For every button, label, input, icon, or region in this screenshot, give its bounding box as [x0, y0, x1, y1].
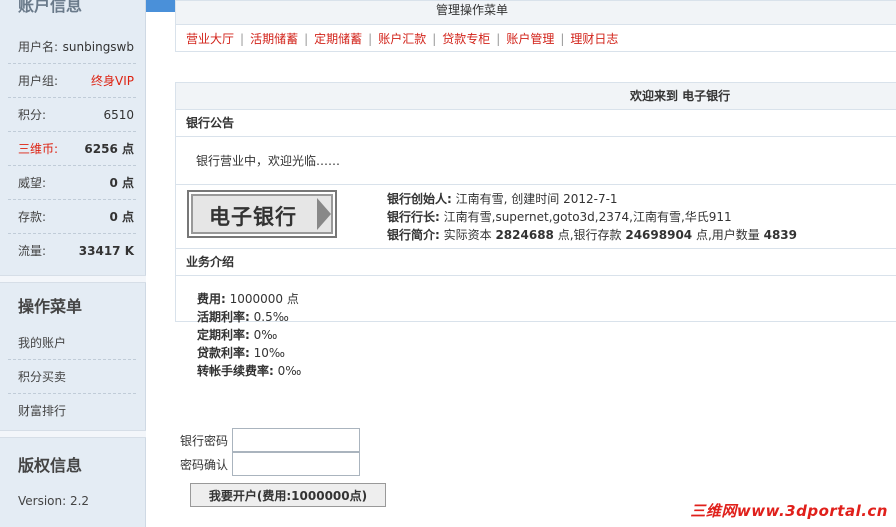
sidebar: 账户信息 用户名: sunbingswb 用户组: 终身VIP 积分: 6510…	[0, 0, 146, 527]
username-label: 用户名:	[18, 40, 59, 54]
confirm-password-input[interactable]	[232, 452, 360, 476]
prestige-value: 0 点	[109, 176, 134, 190]
sidebar-item-label[interactable]: 我的账户	[18, 326, 66, 360]
nav-link-hall[interactable]: 营业大厅	[186, 32, 234, 46]
bank-info-block: 电子银行 银行创始人: 江南有雪, 创建时间 2012-7-1 银行行长: 江南…	[176, 185, 896, 249]
fixed-rate-value: 0‰	[249, 328, 278, 342]
sidebar-row-usergroup: 用户组: 终身VIP	[8, 65, 136, 98]
nav-separator: |	[496, 32, 501, 46]
sidebar-item-label[interactable]: 财富排行	[18, 394, 66, 428]
traffic-value: 33417 K	[78, 244, 134, 258]
operation-menu-links: 营业大厅 | 活期储蓄 | 定期储蓄 | 账户汇款 | 贷款专柜 | 账户管理 | 理财日志	[176, 25, 896, 53]
coins-value: 6256 点	[84, 142, 134, 156]
intro-line: 银行简介: 实际资本 2824688 点,银行存款 24698904 点,用户数…	[387, 226, 797, 243]
nav-separator: |	[560, 32, 565, 46]
transfer-fee-value: 0‰	[273, 364, 302, 378]
bank-logo-text: 电子银行	[209, 204, 297, 229]
loan-rate-value: 10‰	[249, 346, 285, 360]
president-label: 银行行长:	[387, 210, 440, 224]
business-title: 业务介绍	[176, 249, 896, 276]
operation-menu-panel: 管理操作菜单 营业大厅 | 活期储蓄 | 定期储蓄 | 账户汇款 | 贷款专柜 | 账户管理 | 理财日…	[175, 0, 896, 52]
bank-password-label: 银行密码	[180, 434, 229, 448]
nav-separator: |	[432, 32, 437, 46]
nav-separator: |	[240, 32, 245, 46]
business-details: 费用: 1000000 点 活期利率: 0.5‰ 定期利率: 0‰ 贷款利率: …	[176, 276, 896, 380]
business-fee: 费用: 1000000 点	[197, 290, 896, 308]
intro-capital-prefix: 实际资本	[439, 228, 496, 242]
nav-link-finance-log[interactable]: 理财日志	[570, 32, 618, 46]
open-account-button[interactable]: 我要开户(费用:1000000点)	[190, 483, 386, 507]
sidebar-item-label[interactable]: 积分买卖	[18, 360, 66, 394]
intro-capital-value: 2824688	[495, 228, 554, 242]
points-label: 积分:	[18, 108, 47, 122]
deposit-value: 0 点	[109, 210, 134, 224]
nav-link-current-savings[interactable]: 活期储蓄	[250, 32, 298, 46]
intro-users-value: 4839	[763, 228, 798, 242]
confirm-password-label: 密码确认	[180, 458, 229, 472]
intro-users-prefix: 点,用户数量	[692, 228, 764, 242]
points-value: 6510	[103, 108, 134, 122]
sidebar-item-my-account[interactable]: 我的账户	[8, 326, 136, 360]
usergroup-label: 用户组:	[18, 74, 59, 88]
notice-text: 银行营业中，欢迎光临……	[176, 137, 896, 185]
current-rate-value: 0.5‰	[249, 310, 289, 324]
sidebar-row-coins: 三维币: 6256 点	[8, 133, 136, 166]
nav-link-fixed-savings[interactable]: 定期储蓄	[314, 32, 362, 46]
sidebar-row-traffic: 流量: 33417 K	[8, 235, 136, 268]
nav-link-remittance[interactable]: 账户汇款	[378, 32, 426, 46]
nav-link-account-management[interactable]: 账户管理	[506, 32, 554, 46]
operation-menu-header: 管理操作菜单	[176, 1, 896, 25]
business-fixed-rate: 定期利率: 0‰	[197, 326, 896, 344]
business-loan-rate: 贷款利率: 10‰	[197, 344, 896, 362]
traffic-label: 流量:	[18, 244, 47, 258]
coins-label: 三维币:	[18, 142, 59, 156]
username-value: sunbingswb	[62, 40, 134, 54]
sidebar-row-deposit: 存款: 0 点	[8, 201, 136, 234]
fee-value: 1000000 点	[225, 292, 299, 306]
founder-value: 江南有雪, 创建时间 2012-7-1	[451, 192, 618, 206]
sidebar-item-wealth-rank[interactable]: 财富排行	[8, 394, 136, 428]
deposit-label: 存款:	[18, 210, 47, 224]
sidebar-item-points-trade[interactable]: 积分买卖	[8, 360, 136, 394]
bank-password-input[interactable]	[232, 428, 360, 452]
welcome-header: 欢迎来到 电子银行	[176, 83, 896, 110]
sidebar-row-points: 积分: 6510	[8, 99, 136, 132]
intro-deposit-value: 24698904	[625, 228, 693, 242]
notice-title: 银行公告	[176, 110, 896, 137]
transfer-fee-label: 转帐手续费率:	[197, 364, 274, 378]
sidebar-divider	[0, 275, 146, 283]
sidebar-row-username: 用户名: sunbingswb	[8, 31, 136, 64]
nav-separator: |	[304, 32, 309, 46]
nav-separator: |	[368, 32, 373, 46]
loan-rate-label: 贷款利率:	[197, 346, 250, 360]
version-text: Version: 2.2	[18, 494, 90, 508]
logo-arrow-icon	[317, 198, 331, 230]
account-info-title: 账户信息	[18, 0, 83, 15]
business-transfer-fee: 转帐手续费率: 0‰	[197, 362, 896, 380]
intro-label: 银行简介:	[387, 228, 440, 242]
nav-link-loan-counter[interactable]: 贷款专柜	[442, 32, 490, 46]
president-value: 江南有雪,supernet,goto3d,2374,江南有雪,华氏911	[439, 210, 732, 224]
bank-logo: 电子银行	[187, 190, 337, 238]
current-rate-label: 活期利率:	[197, 310, 250, 324]
founder-line: 银行创始人: 江南有雪, 创建时间 2012-7-1	[387, 190, 618, 207]
president-line: 银行行长: 江南有雪,supernet,goto3d,2374,江南有雪,华氏9…	[387, 208, 732, 225]
founder-label: 银行创始人:	[387, 192, 452, 206]
menu-title: 操作菜单	[18, 297, 83, 316]
fee-label: 费用:	[197, 292, 226, 306]
site-watermark: 三维网www.3dportal.cn	[690, 502, 888, 520]
intro-deposit-prefix: 点,银行存款	[553, 228, 626, 242]
usergroup-value: 终身VIP	[91, 74, 134, 88]
sidebar-row-prestige: 威望: 0 点	[8, 167, 136, 200]
prestige-label: 威望:	[18, 176, 47, 190]
copyright-title: 版权信息	[18, 456, 83, 475]
fixed-rate-label: 定期利率:	[197, 328, 250, 342]
bank-panel: 欢迎来到 电子银行 银行公告 银行营业中，欢迎光临…… 电子银行 银行创始人: …	[175, 82, 896, 378]
sidebar-divider	[0, 430, 146, 438]
business-current-rate: 活期利率: 0.5‰	[197, 308, 896, 326]
